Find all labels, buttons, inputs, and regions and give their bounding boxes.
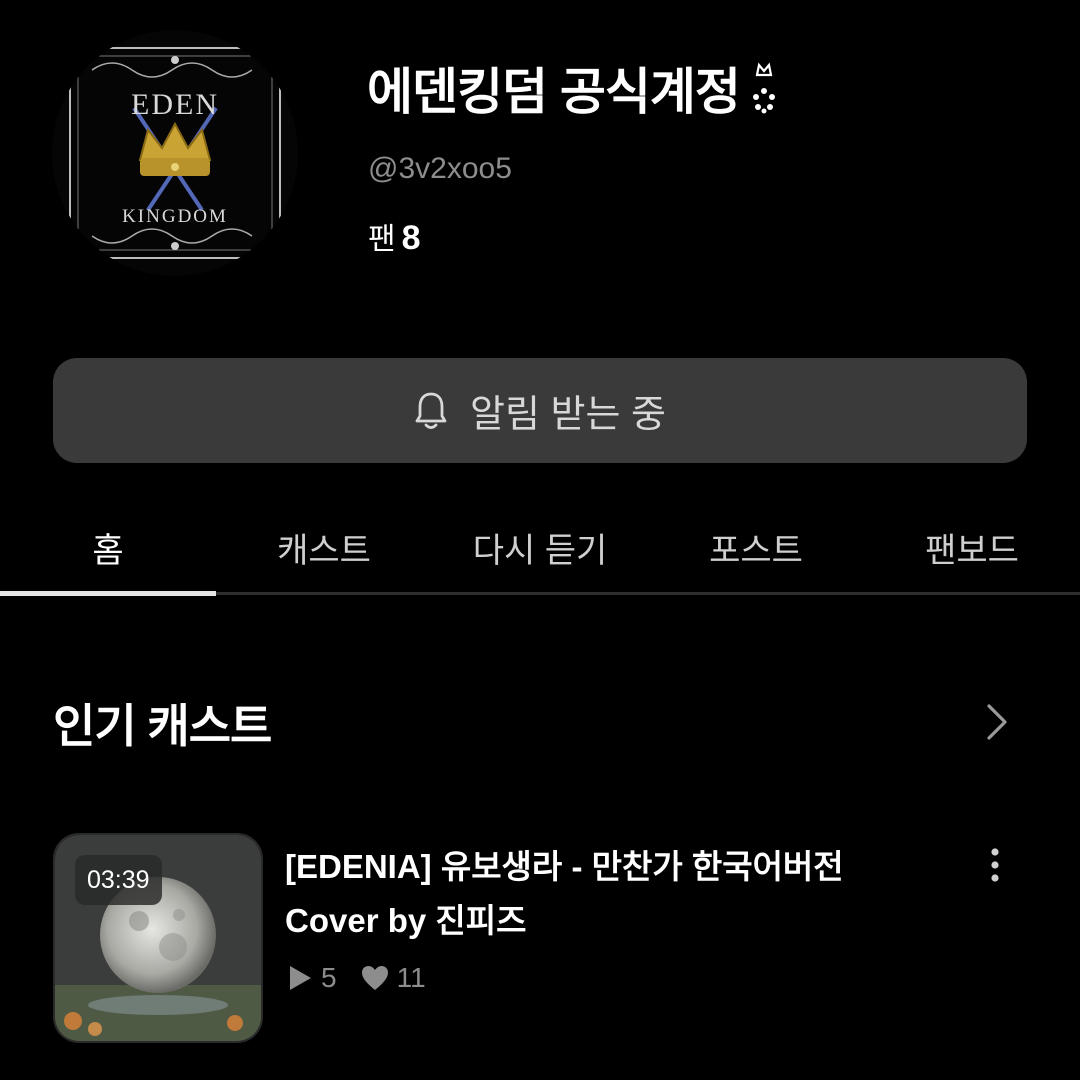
cast-duration: 03:39 bbox=[75, 855, 162, 905]
cast-title[interactable]: [EDENIA] 유보생라 - 만찬가 한국어버전 Cover by 진피즈 bbox=[285, 840, 925, 948]
cast-title-line-2: Cover by 진피즈 bbox=[285, 902, 527, 939]
channel-avatar[interactable]: EDEN KINGDOM bbox=[52, 30, 298, 276]
tab-casts[interactable]: 캐스트 bbox=[216, 520, 432, 598]
tab-bar: 홈 캐스트 다시 듣기 포스트 팬보드 bbox=[0, 520, 1080, 598]
tab-home[interactable]: 홈 bbox=[0, 520, 216, 598]
cast-title-line-1: [EDENIA] 유보생라 - 만찬가 한국어버전 bbox=[285, 848, 844, 885]
play-count-stat: 5 bbox=[287, 962, 337, 994]
section-title-popular-casts: 인기 캐스트 bbox=[53, 700, 272, 752]
channel-handle: @3v2xoo5 bbox=[368, 152, 512, 185]
heart-icon bbox=[361, 965, 389, 991]
tab-posts[interactable]: 포스트 bbox=[648, 520, 864, 598]
channel-name: 에덴킹덤 공식계정 bbox=[367, 64, 741, 120]
tab-replays[interactable]: 다시 듣기 bbox=[432, 520, 648, 598]
play-count: 5 bbox=[321, 962, 337, 993]
bell-icon bbox=[414, 391, 448, 431]
avatar-text-top: EDEN bbox=[131, 88, 219, 121]
active-tab-indicator bbox=[0, 591, 216, 596]
fan-count: 팬8 bbox=[368, 214, 421, 258]
like-count-stat: 11 bbox=[361, 962, 426, 994]
notification-subscribed-button[interactable]: 알림 받는 중 bbox=[53, 358, 1027, 463]
cast-thumbnail[interactable]: 03:39 bbox=[53, 833, 263, 1043]
like-count: 11 bbox=[396, 962, 426, 993]
more-vertical-icon[interactable] bbox=[980, 846, 1010, 886]
play-icon bbox=[287, 964, 313, 992]
tab-fanboard[interactable]: 팬보드 bbox=[864, 520, 1080, 598]
crown-badge-icon bbox=[750, 61, 778, 115]
fan-number: 8 bbox=[401, 219, 421, 257]
cast-stats: 5 11 bbox=[287, 962, 440, 994]
avatar-text-bottom: KINGDOM bbox=[122, 206, 228, 227]
notification-label: 알림 받는 중 bbox=[470, 394, 666, 436]
chevron-right-icon[interactable] bbox=[980, 702, 1012, 742]
channel-name-row: 에덴킹덤 공식계정 bbox=[367, 52, 778, 124]
fan-label: 팬 bbox=[368, 223, 396, 256]
